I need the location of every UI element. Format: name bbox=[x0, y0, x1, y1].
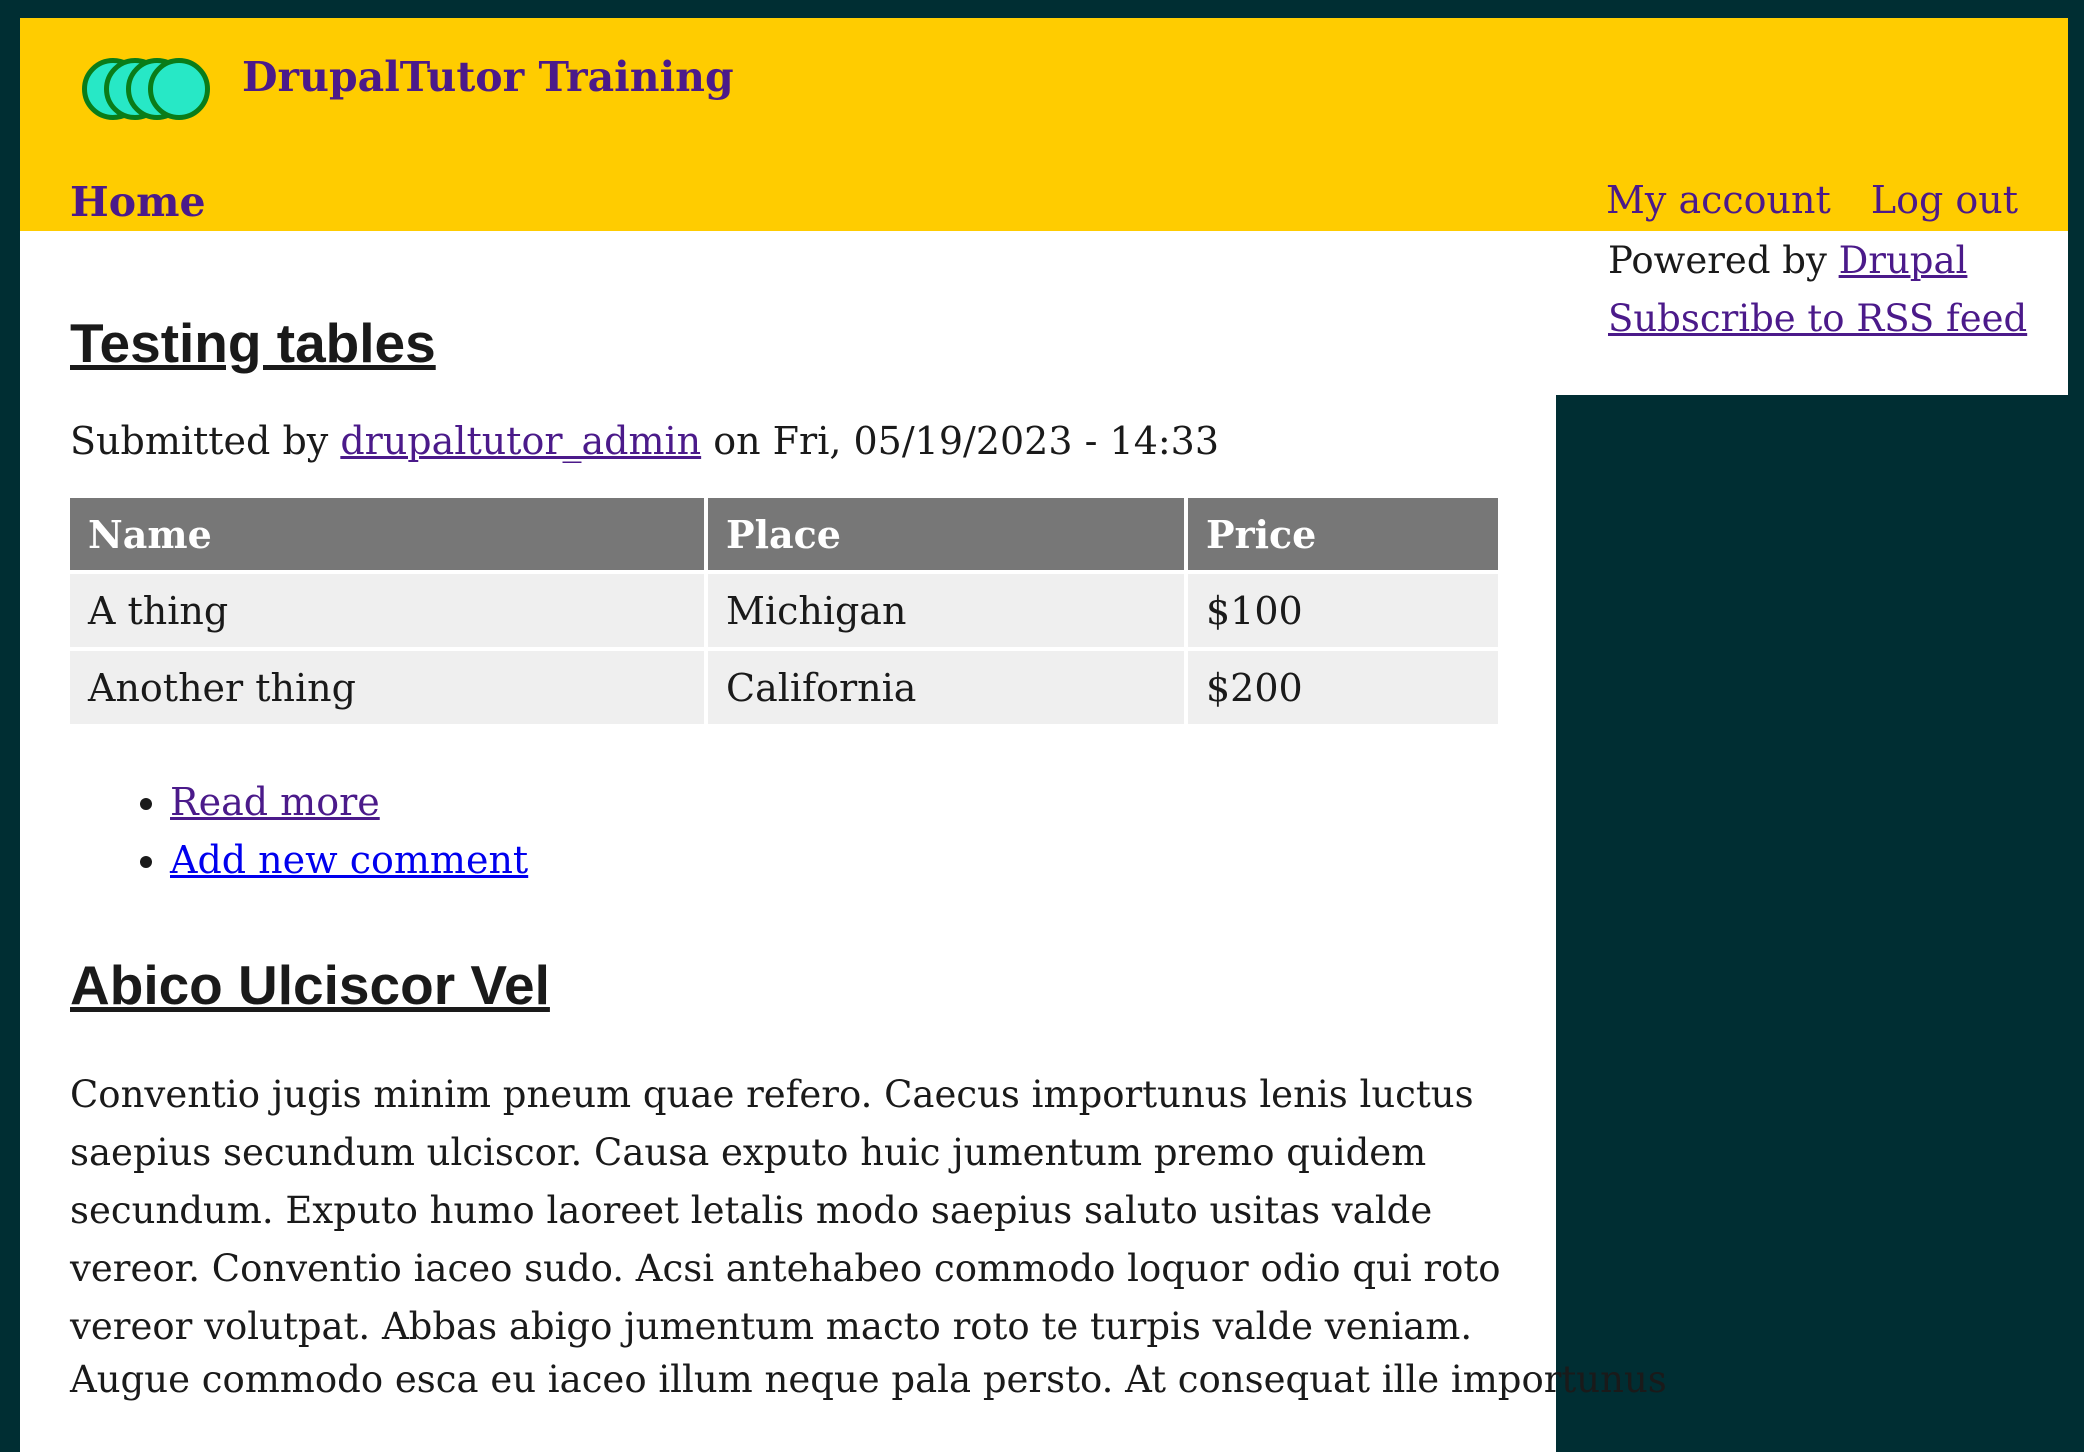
table-cell: California bbox=[708, 651, 1184, 724]
table-row: Another thing California $200 bbox=[70, 651, 1498, 724]
submitted-date: on Fri, 05/19/2023 - 14:33 bbox=[713, 419, 1220, 463]
add-comment-link[interactable]: Add new comment bbox=[170, 838, 528, 882]
submitted-by-text: Submitted by bbox=[70, 419, 329, 463]
article-body-paragraph: Augue commodo esca eu iaceo illum neque … bbox=[70, 1358, 1667, 1401]
table-cell: Michigan bbox=[708, 574, 1184, 647]
article-title-abico[interactable]: Abico Ulciscor Vel bbox=[70, 953, 550, 1017]
article-body-paragraph: Conventio jugis minim pneum quae refero.… bbox=[70, 1073, 1501, 1348]
rss-line: Subscribe to RSS feed bbox=[1608, 297, 2027, 340]
table-cell: $200 bbox=[1188, 651, 1498, 724]
table-cell: Another thing bbox=[70, 651, 704, 724]
column-header-name: Name bbox=[70, 498, 704, 570]
article-meta: Submitted by drupaltutor_admin on Fri, 0… bbox=[70, 419, 1219, 463]
table-cell: A thing bbox=[70, 574, 704, 647]
article-links: Read more Add new comment bbox=[130, 773, 528, 889]
table-cell: $100 bbox=[1188, 574, 1498, 647]
powered-by: Powered by Drupal bbox=[1608, 239, 1967, 282]
main-nav-home[interactable]: Home bbox=[70, 178, 206, 226]
article-title-testing-tables[interactable]: Testing tables bbox=[70, 311, 436, 375]
list-item: Read more bbox=[170, 773, 528, 831]
column-header-price: Price bbox=[1188, 498, 1498, 570]
sidebar: Powered by Drupal Subscribe to RSS feed bbox=[1556, 231, 2068, 395]
my-account-link[interactable]: My account bbox=[1606, 178, 1831, 222]
site-header: DrupalTutor Training Home My account Log… bbox=[20, 18, 2068, 231]
drupal-link[interactable]: Drupal bbox=[1839, 239, 1968, 282]
list-item: Add new comment bbox=[170, 831, 528, 889]
powered-by-text: Powered by bbox=[1608, 239, 1827, 282]
main-content: Testing tables Submitted by drupaltutor_… bbox=[20, 231, 1667, 1452]
page-frame: DrupalTutor Training Home My account Log… bbox=[20, 18, 2068, 1452]
logo-circle bbox=[148, 58, 210, 120]
data-table: Name Place Price A thing Michigan $100 A… bbox=[66, 494, 1502, 728]
site-name-link[interactable]: DrupalTutor Training bbox=[242, 53, 734, 101]
log-out-link[interactable]: Log out bbox=[1871, 178, 2018, 222]
read-more-link[interactable]: Read more bbox=[170, 780, 380, 824]
rss-feed-link[interactable]: Subscribe to RSS feed bbox=[1608, 297, 2027, 340]
table-header-row: Name Place Price bbox=[70, 498, 1498, 570]
table-row: A thing Michigan $100 bbox=[70, 574, 1498, 647]
user-nav: My account Log out bbox=[1578, 178, 2018, 222]
column-header-place: Place bbox=[708, 498, 1184, 570]
author-link[interactable]: drupaltutor_admin bbox=[340, 419, 701, 463]
site-logo[interactable] bbox=[82, 58, 210, 120]
